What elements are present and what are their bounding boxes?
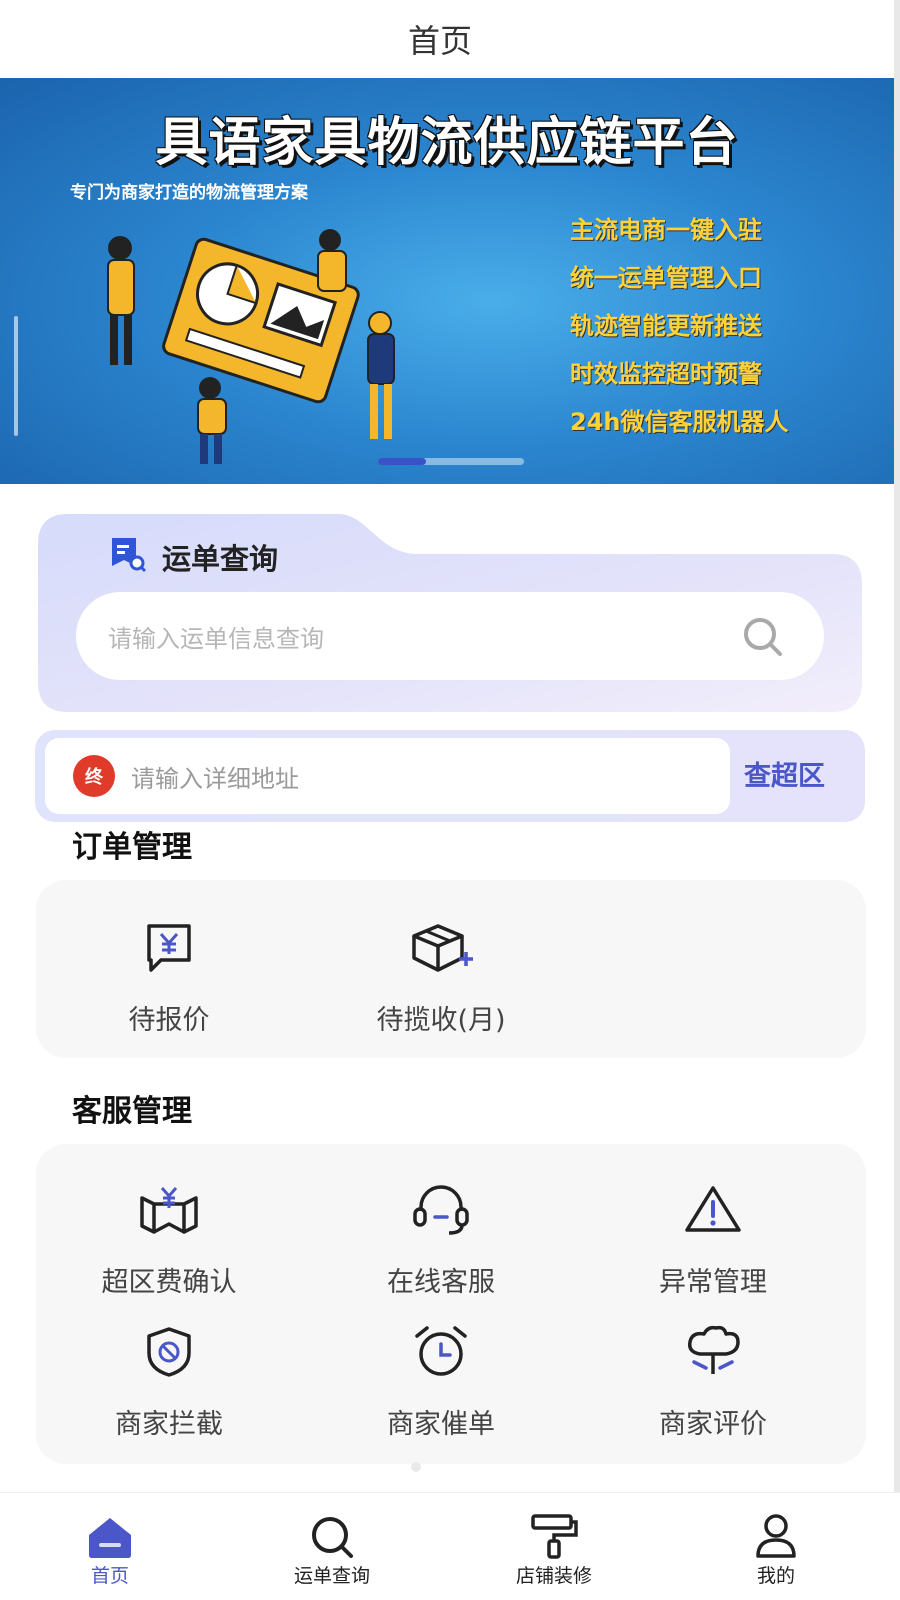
scrollbar[interactable] xyxy=(894,0,900,1600)
search-icon xyxy=(232,1503,432,1559)
flower-icon xyxy=(588,1322,838,1382)
address-input[interactable]: 终 请输入详细地址 xyxy=(45,738,730,814)
banner-feature: 时效监控超时预警 xyxy=(570,360,762,388)
search-icon[interactable] xyxy=(742,616,784,662)
service-item-merchant-review[interactable]: 商家评价 xyxy=(588,1322,838,1441)
tab-label: 首页 xyxy=(90,1565,129,1587)
banner-subline: 专门为商家打造的物流管理方案 xyxy=(70,183,308,203)
service-item-merchant-urge[interactable]: 商家催单 xyxy=(316,1322,566,1441)
package-add-icon xyxy=(316,918,566,978)
tab-label: 运单查询 xyxy=(293,1565,370,1587)
home-icon xyxy=(10,1503,210,1559)
order-item-label: 待揽收(月) xyxy=(376,1005,506,1036)
alarm-clock-icon xyxy=(316,1322,566,1382)
service-item-over-area-fee[interactable]: 超区费确认 xyxy=(44,1180,294,1299)
top-header: 首页 xyxy=(0,0,900,78)
fee-map-icon xyxy=(44,1180,294,1240)
address-placeholder: 请输入详细地址 xyxy=(131,764,299,793)
banner-headline: 具语家具物流供应链平台 xyxy=(155,113,739,173)
page-indicator-dot xyxy=(411,1462,421,1472)
warning-icon xyxy=(588,1180,838,1240)
waybill-query-header: 运单查询 xyxy=(108,536,278,578)
order-item-label: 待报价 xyxy=(128,1005,210,1036)
customer-service-panel: 超区费确认 在线客服 异常管理 商家拦截 商家催单 商家评价 xyxy=(36,1144,866,1464)
service-item-label: 商家评价 xyxy=(659,1409,767,1440)
service-item-label: 商家催单 xyxy=(387,1409,495,1440)
banner-carousel[interactable]: 具语家具物流供应链平台 专门为商家打造的物流管理方案 主流电商一键入驻 统一运单… xyxy=(0,78,894,484)
waybill-query-card: 运单查询 请输入运单信息查询 xyxy=(38,514,862,712)
service-item-label: 商家拦截 xyxy=(115,1409,223,1440)
order-management-title: 订单管理 xyxy=(72,830,192,865)
service-item-label: 在线客服 xyxy=(387,1267,495,1298)
destination-badge-icon: 终 xyxy=(73,755,115,797)
headset-icon xyxy=(316,1180,566,1240)
waybill-search-placeholder: 请输入运单信息查询 xyxy=(108,624,324,653)
banner-feature: 轨迹智能更新推送 xyxy=(570,312,762,340)
banner-feature: 24h微信客服机器人 xyxy=(570,408,789,436)
tab-store-decoration[interactable]: 店铺装修 xyxy=(454,1503,654,1588)
customer-service-title: 客服管理 xyxy=(72,1094,192,1129)
tab-home[interactable]: 首页 xyxy=(10,1503,210,1588)
service-item-online-support[interactable]: 在线客服 xyxy=(316,1180,566,1299)
check-out-of-area-button[interactable]: 查超区 xyxy=(744,754,825,793)
tab-label: 店铺装修 xyxy=(515,1565,592,1587)
service-item-label: 异常管理 xyxy=(659,1267,767,1298)
tab-label: 我的 xyxy=(756,1565,795,1587)
shield-block-icon xyxy=(44,1322,294,1382)
order-item-pending-quote[interactable]: 待报价 xyxy=(44,918,294,1037)
service-item-label: 超区费确认 xyxy=(101,1267,237,1298)
banner-features: 主流电商一键入驻 统一运单管理入口 轨迹智能更新推送 时效监控超时预警 24h微… xyxy=(570,206,788,446)
address-check-bar: 终 请输入详细地址 查超区 xyxy=(35,730,865,822)
quote-icon xyxy=(44,918,294,978)
tab-mine[interactable]: 我的 xyxy=(676,1503,876,1588)
banner-feature: 主流电商一键入驻 xyxy=(570,216,762,244)
user-icon xyxy=(676,1503,876,1559)
order-management-panel: 待报价 待揽收(月) xyxy=(36,880,866,1058)
carousel-indicator xyxy=(378,458,524,465)
service-item-exception[interactable]: 异常管理 xyxy=(588,1180,838,1299)
page-title: 首页 xyxy=(407,22,472,60)
paint-roller-icon xyxy=(454,1503,654,1559)
banner-illustration xyxy=(107,229,395,464)
banner-feature: 统一运单管理入口 xyxy=(570,264,762,292)
service-item-merchant-intercept[interactable]: 商家拦截 xyxy=(44,1322,294,1441)
tab-waybill-query[interactable]: 运单查询 xyxy=(232,1503,432,1588)
waybill-search-icon xyxy=(108,536,148,578)
order-item-pending-pickup[interactable]: 待揽收(月) xyxy=(316,918,566,1037)
waybill-search-input[interactable]: 请输入运单信息查询 xyxy=(76,592,824,680)
bottom-tab-bar: 首页 运单查询 店铺装修 我的 xyxy=(0,1492,900,1600)
carousel-indicator-active xyxy=(378,458,426,465)
banner-edge-indicator xyxy=(14,316,18,436)
waybill-query-title: 运单查询 xyxy=(162,542,279,576)
